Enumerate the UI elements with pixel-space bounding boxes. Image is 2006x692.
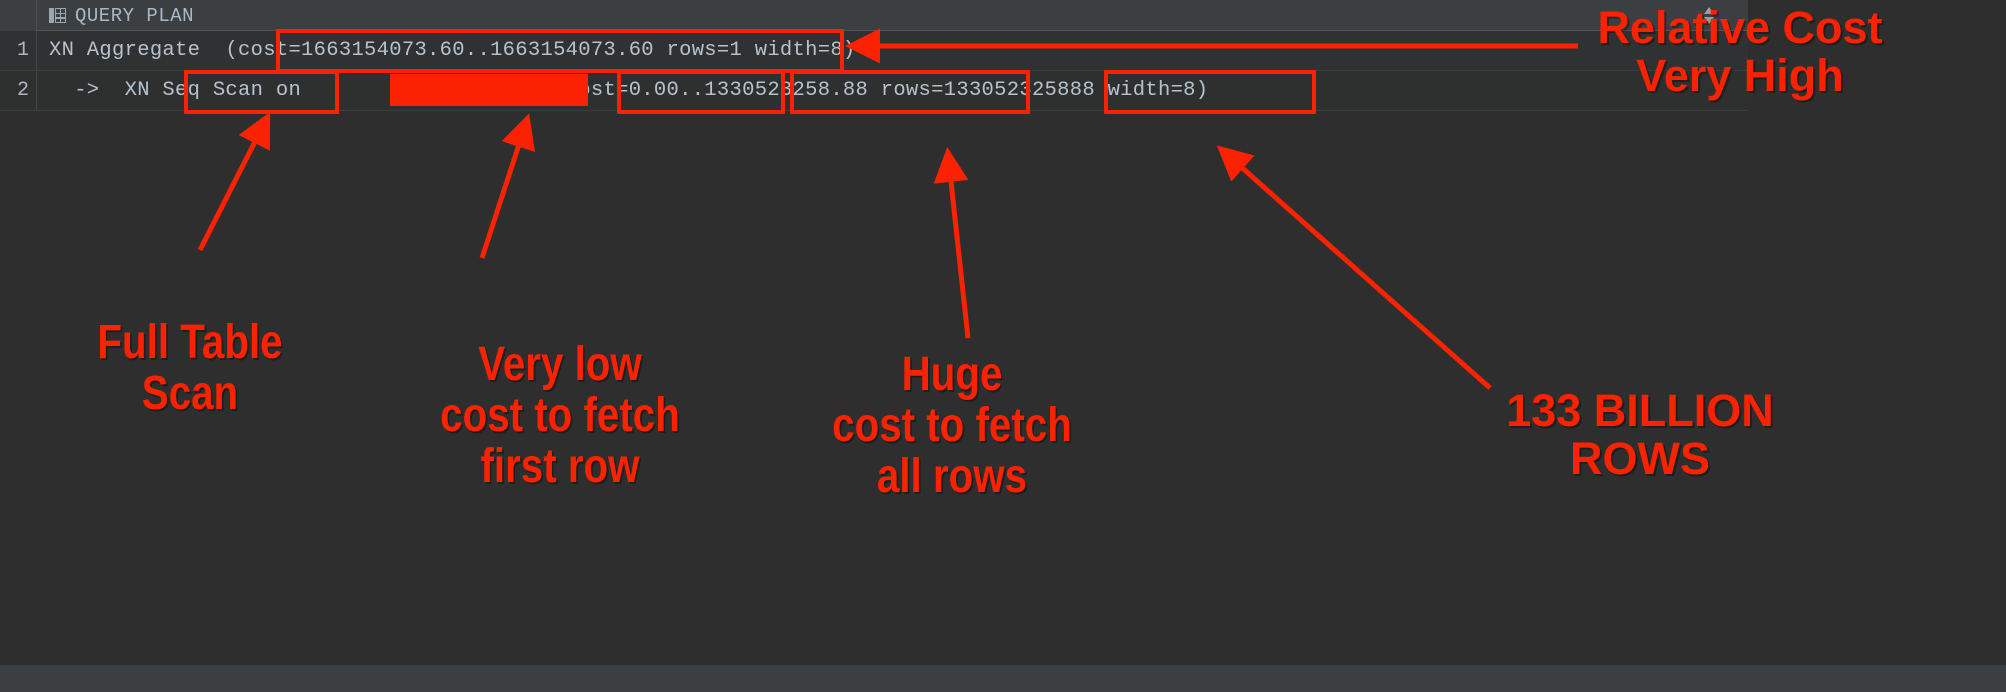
table-grid-icon xyxy=(49,8,66,23)
row-query-plan-text: XN Aggregate (cost=1663154073.60..166315… xyxy=(49,39,856,62)
row-number: 1 xyxy=(0,31,37,70)
table-row[interactable]: 2 -> XN Seq Scan on (cost=0.00..13305232… xyxy=(0,71,1748,111)
sort-updown-icon[interactable] xyxy=(1704,7,1715,24)
row-query-plan-text: -> XN Seq Scan on (cost=0.00..1330523258… xyxy=(49,79,1209,102)
panel-right-gap xyxy=(1749,0,2006,664)
query-plan-screenshot: QUERY PLAN 1 XN Aggregate (cost=16631540… xyxy=(0,0,2006,692)
bottom-status-bar xyxy=(0,664,2006,692)
result-grid-panel: QUERY PLAN 1 XN Aggregate (cost=16631540… xyxy=(0,0,1748,664)
row-number: 2 xyxy=(0,71,37,110)
grid-header-row: QUERY PLAN xyxy=(0,0,1748,31)
redacted-table-name xyxy=(390,74,588,106)
table-row[interactable]: 1 XN Aggregate (cost=1663154073.60..1663… xyxy=(0,31,1748,71)
column-header-query-plan[interactable]: QUERY PLAN xyxy=(38,0,194,31)
header-gutter xyxy=(0,0,37,31)
column-header-label: QUERY PLAN xyxy=(75,4,195,27)
